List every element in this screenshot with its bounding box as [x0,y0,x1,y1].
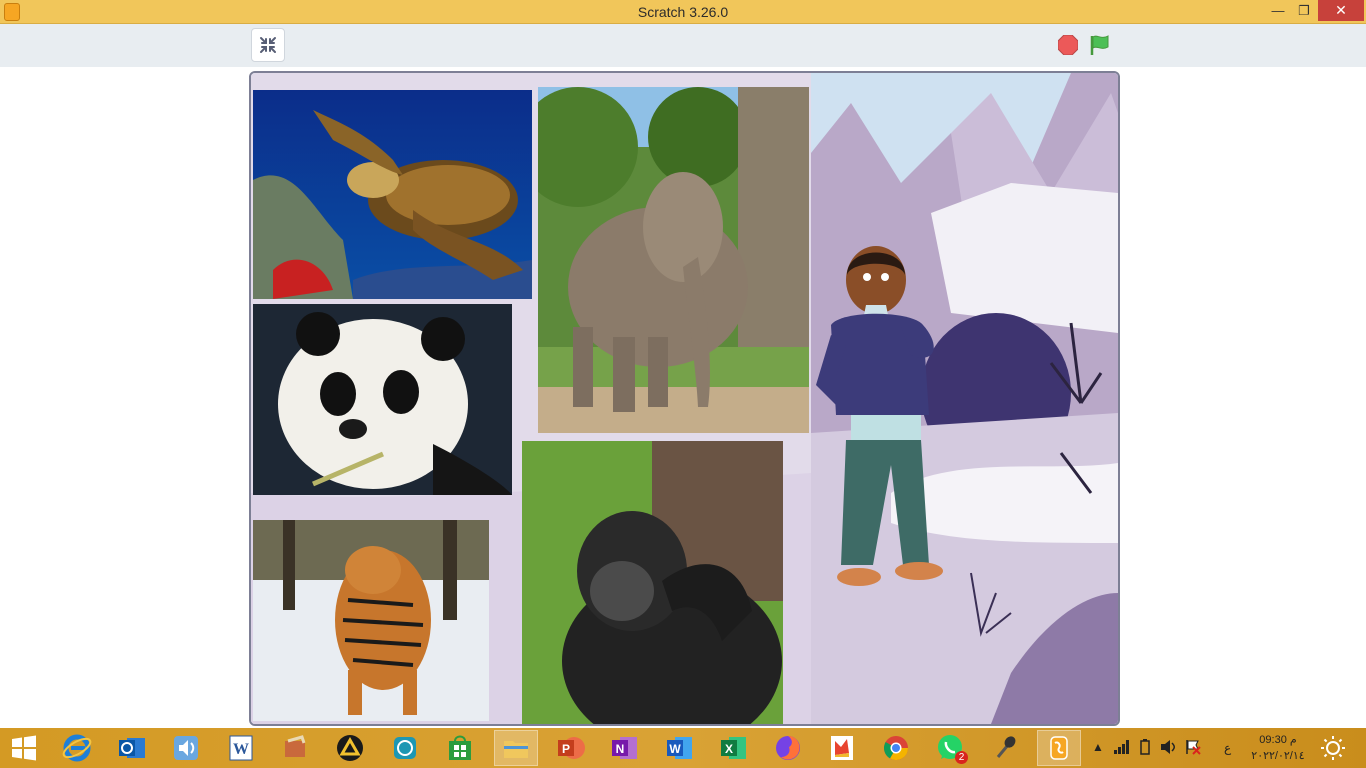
svg-text:N: N [616,742,625,756]
taskbar-cube-app[interactable] [383,730,427,766]
clock-date[interactable]: ٢٠٢٢/٠٢/١٤ [1250,749,1306,762]
stage-header-bar [0,24,1366,67]
network-signal-icon[interactable] [1114,740,1130,754]
outlook-icon [119,738,145,758]
stop-button[interactable] [1057,34,1079,56]
photo-app-icon [831,736,853,760]
taskbar-onenote[interactable]: N [603,730,647,766]
taskbar-powerpoint[interactable]: P [549,730,593,766]
folder-icon [504,741,528,758]
taskbar-chrome[interactable] [874,730,918,766]
firefox-icon [776,736,800,760]
taskbar-speaker-app[interactable] [164,730,208,766]
taskbar-firefox[interactable] [766,730,810,766]
tray-overflow-chevron[interactable]: ▲ [1092,740,1104,754]
minimize-button[interactable]: — [1264,0,1292,21]
green-flag-icon [1090,35,1109,55]
stage[interactable] [249,71,1120,726]
paint-icon [285,735,306,757]
boy-character-sprite[interactable] [811,245,947,593]
start-button[interactable] [2,730,46,766]
green-flag-button[interactable] [1089,34,1111,56]
scratch-icon [1050,736,1068,760]
taskbar-whatsapp[interactable]: 2 [928,730,972,766]
volume-icon[interactable] [1160,739,1178,755]
taskbar-word[interactable]: W [658,730,702,766]
taskbar-store[interactable] [438,730,482,766]
chimpanzee-photo[interactable] [522,441,783,724]
taskbar-triangle-app[interactable] [328,730,372,766]
window-title: Scratch 3.26.0 [637,4,729,20]
taskbar-file-explorer[interactable] [494,730,538,766]
onenote-icon: N [612,737,637,759]
turtle-photo[interactable] [253,90,532,299]
word-icon: W [667,737,692,759]
triangle-app-icon [337,735,363,761]
powerpoint-icon: P [558,737,585,759]
store-icon [449,735,471,760]
taskbar-photo-app[interactable] [820,730,864,766]
whatsapp-badge: 2 [955,751,968,764]
cube-icon [394,737,416,759]
excel-icon: X [721,737,746,759]
microphone-icon [996,736,1016,758]
taskbar-scratch[interactable] [1037,730,1081,766]
svg-text:W: W [669,742,681,756]
taskbar-word-old[interactable]: W [219,730,263,766]
tiger-photo[interactable] [253,520,489,721]
taskbar-internet-explorer[interactable] [55,730,99,766]
taskbar-microphone[interactable] [983,730,1027,766]
word-icon: W [229,735,253,761]
svg-text:X: X [725,742,733,756]
close-button[interactable]: ✕ [1318,0,1364,21]
brightness-icon[interactable] [1320,735,1346,761]
title-bar: Scratch 3.26.0 — ❐ ✕ [0,0,1366,24]
action-center-flag-icon[interactable] [1185,739,1201,755]
taskbar: W P N W X 2 ▲ ع 09:30 م ٢٠٢٢/٠٢/١٤ [0,728,1366,768]
stop-icon [1057,34,1079,56]
speaker-icon [174,736,198,760]
input-language[interactable]: ع [1224,741,1231,755]
internet-explorer-icon [62,734,92,762]
unfullscreen-icon [260,37,276,53]
taskbar-paint-app[interactable] [273,730,317,766]
clock-time[interactable]: 09:30 م [1250,733,1306,746]
svg-text:W: W [233,741,249,758]
taskbar-outlook[interactable] [110,730,154,766]
chrome-icon [883,736,908,761]
taskbar-excel[interactable]: X [712,730,756,766]
windows-start-icon [12,735,36,761]
svg-text:P: P [562,742,570,756]
elephant-photo[interactable] [538,87,809,433]
panda-photo[interactable] [253,304,512,495]
maximize-button[interactable]: ❐ [1292,0,1316,21]
unfullscreen-button[interactable] [251,28,285,62]
battery-icon[interactable] [1138,739,1152,755]
